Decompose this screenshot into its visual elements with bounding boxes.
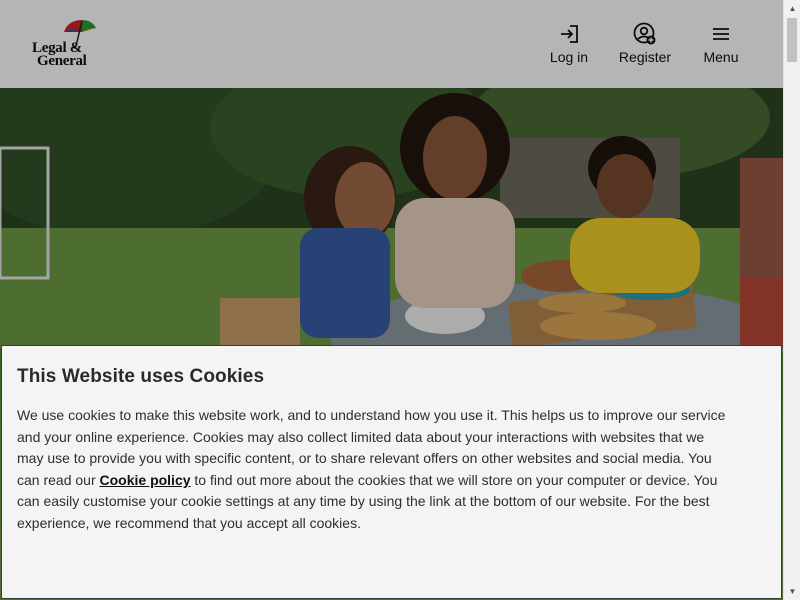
scroll-down-arrow-icon[interactable]: ▼ (784, 583, 800, 600)
page-scrollbar[interactable]: ▲ ▼ (783, 0, 800, 600)
logo-text-line2: General (37, 53, 87, 69)
login-button[interactable]: Log in (531, 20, 607, 65)
header-nav: Log in Register Menu (531, 20, 759, 65)
hamburger-menu-icon (712, 20, 730, 48)
cookie-policy-link[interactable]: Cookie policy (100, 472, 191, 488)
menu-button[interactable]: Menu (683, 20, 759, 65)
scroll-up-arrow-icon[interactable]: ▲ (784, 0, 800, 17)
cookie-consent-dialog: This Website uses Cookies We use cookies… (1, 345, 782, 599)
register-user-icon (633, 20, 657, 48)
register-button[interactable]: Register (607, 20, 683, 65)
login-label: Log in (549, 49, 589, 65)
menu-label: Menu (703, 49, 739, 65)
legal-and-general-logo[interactable]: Legal & General (32, 18, 100, 70)
scrollbar-thumb[interactable] (787, 18, 797, 62)
site-header: Legal & General Log in Register Menu (0, 0, 783, 88)
register-label: Register (618, 49, 672, 65)
cookie-dialog-title: This Website uses Cookies (17, 366, 265, 387)
login-icon (558, 20, 580, 48)
cookie-dialog-text: We use cookies to make this website work… (17, 405, 733, 535)
